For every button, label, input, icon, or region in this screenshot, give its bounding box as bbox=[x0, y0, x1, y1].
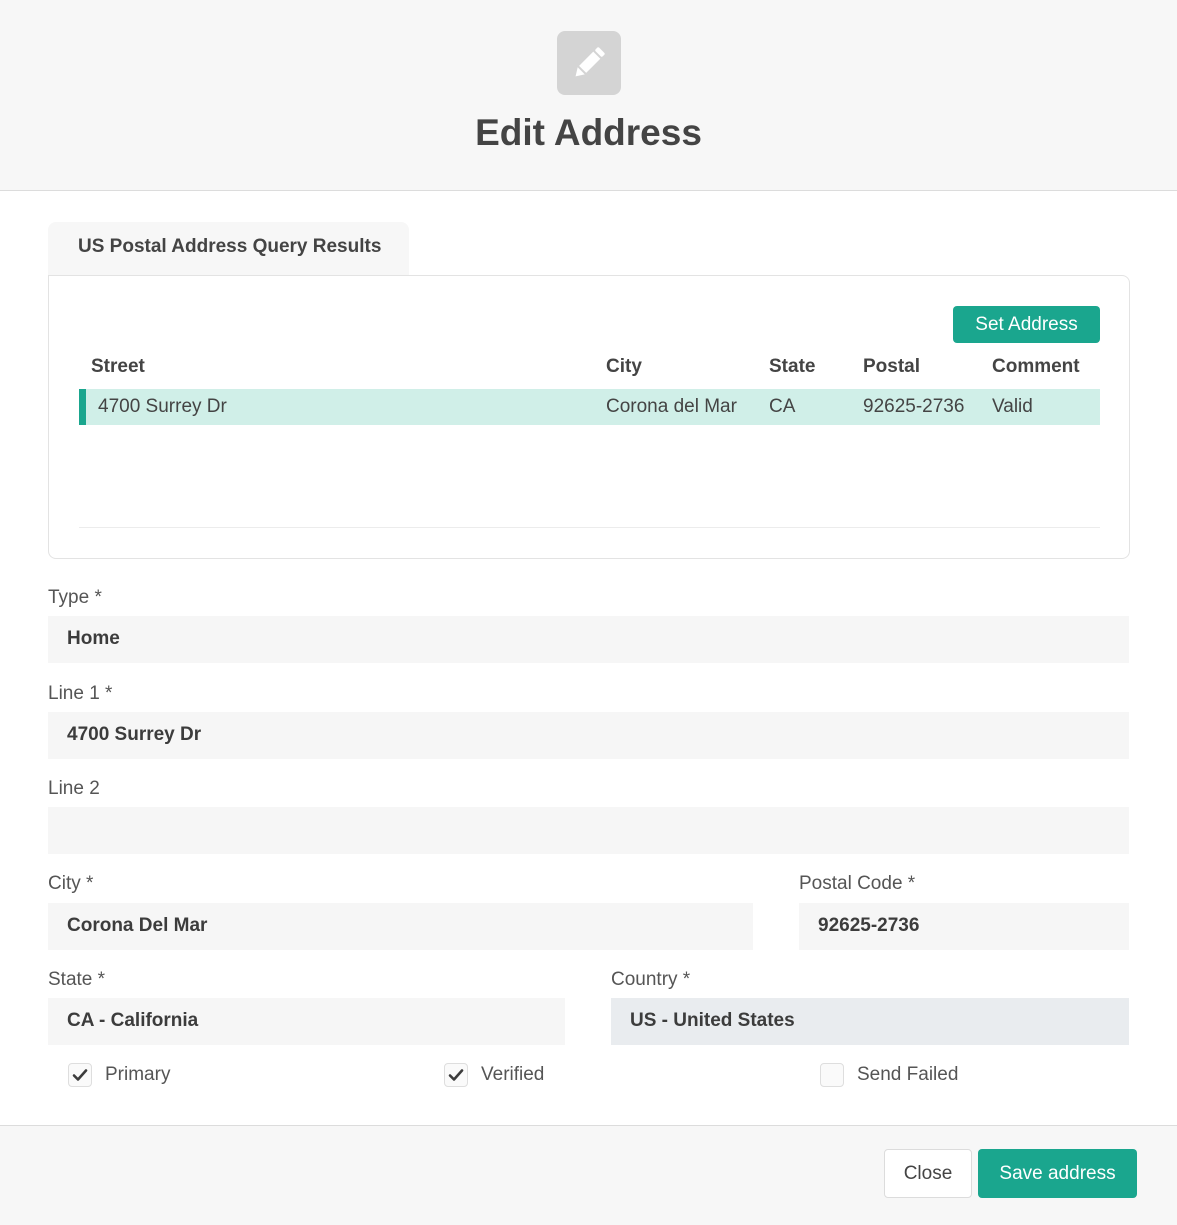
verified-label: Verified bbox=[481, 1064, 545, 1085]
tab-query-results[interactable]: US Postal Address Query Results bbox=[48, 222, 409, 275]
postal-code-label: Postal Code * bbox=[799, 873, 916, 894]
close-button[interactable]: Close bbox=[884, 1149, 972, 1198]
modal-header: Edit Address bbox=[0, 0, 1177, 191]
cell-postal: 92625-2736 bbox=[863, 396, 965, 417]
column-header-postal: Postal bbox=[863, 356, 921, 377]
checkmark-icon bbox=[72, 1069, 88, 1081]
modal-footer: Close Save address bbox=[0, 1125, 1177, 1225]
verified-checkbox-group: Verified bbox=[444, 1063, 544, 1087]
modal-title: Edit Address bbox=[475, 112, 702, 153]
cell-street: 4700 Surrey Dr bbox=[98, 396, 227, 417]
city-label: City * bbox=[48, 873, 94, 894]
state-label: State * bbox=[48, 969, 106, 990]
edit-address-modal: Edit Address US Postal Address Query Res… bbox=[0, 0, 1177, 1225]
send-failed-checkbox[interactable] bbox=[820, 1063, 844, 1087]
state-select[interactable]: CA - California bbox=[48, 998, 565, 1045]
cell-state: CA bbox=[769, 396, 796, 417]
column-header-comment: Comment bbox=[992, 356, 1080, 377]
set-address-button[interactable]: Set Address bbox=[953, 306, 1100, 343]
pencil-icon bbox=[557, 31, 621, 95]
table-row[interactable]: 4700 Surrey Dr Corona del Mar CA 92625-2… bbox=[79, 389, 1100, 425]
primary-label: Primary bbox=[105, 1064, 171, 1085]
country-select[interactable]: US - United States bbox=[611, 998, 1129, 1045]
cell-comment: Valid bbox=[992, 396, 1033, 417]
city-input[interactable]: Corona Del Mar bbox=[48, 903, 753, 950]
table-divider bbox=[79, 527, 1100, 528]
type-select[interactable]: Home bbox=[48, 616, 1129, 663]
verified-checkbox[interactable] bbox=[444, 1063, 468, 1087]
column-header-state: State bbox=[769, 356, 816, 377]
line1-label: Line 1 * bbox=[48, 683, 113, 704]
line1-input[interactable]: 4700 Surrey Dr bbox=[48, 712, 1129, 759]
column-header-street: Street bbox=[91, 356, 145, 377]
postal-code-input[interactable]: 92625-2736 bbox=[799, 903, 1129, 950]
column-header-city: City bbox=[606, 356, 642, 377]
send-failed-label: Send Failed bbox=[857, 1064, 959, 1085]
save-address-button[interactable]: Save address bbox=[978, 1149, 1137, 1198]
type-label: Type * bbox=[48, 587, 102, 608]
send-failed-checkbox-group: Send Failed bbox=[820, 1063, 958, 1087]
query-results-panel: Set Address Street City State Postal Com… bbox=[48, 275, 1130, 559]
primary-checkbox-group: Primary bbox=[68, 1063, 170, 1087]
primary-checkbox[interactable] bbox=[68, 1063, 92, 1087]
line2-input[interactable] bbox=[48, 807, 1129, 854]
line2-label: Line 2 bbox=[48, 778, 100, 799]
country-label: Country * bbox=[611, 969, 691, 990]
cell-city: Corona del Mar bbox=[606, 396, 737, 417]
checkmark-icon bbox=[448, 1069, 464, 1081]
